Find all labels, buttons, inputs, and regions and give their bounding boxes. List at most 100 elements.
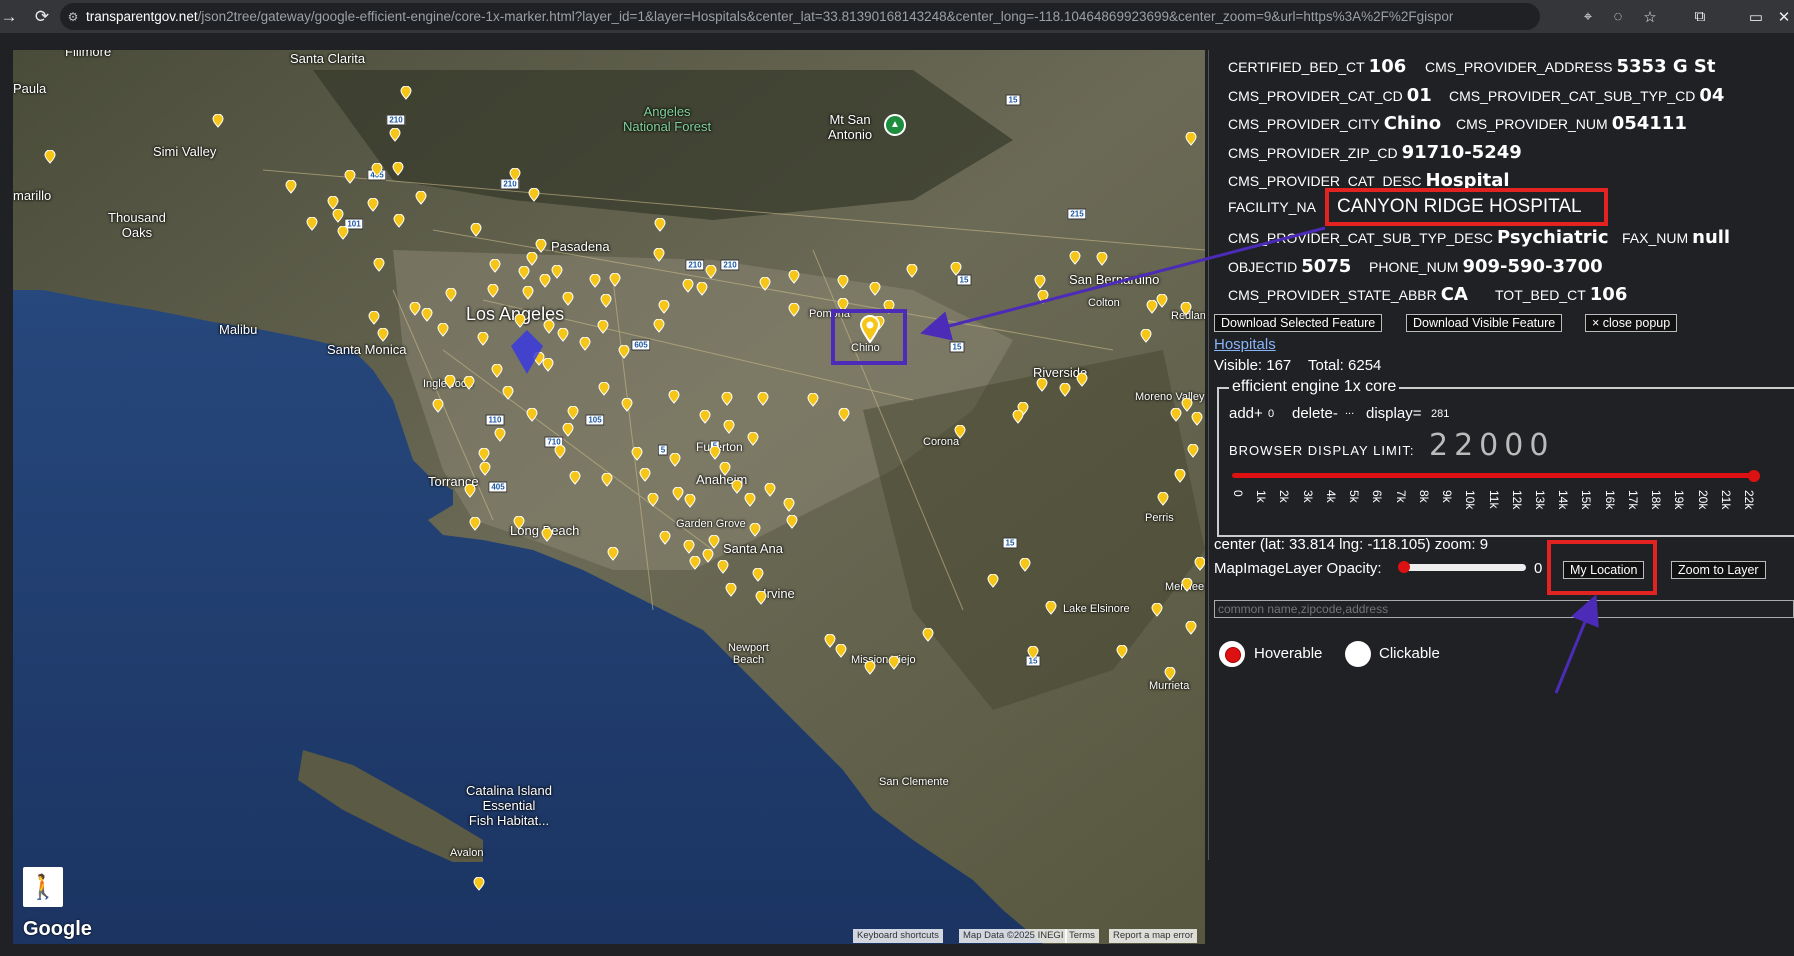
opacity-slider[interactable]: [1404, 564, 1526, 571]
eye-off-icon[interactable]: ◌: [1604, 3, 1632, 30]
hospital-pin-icon[interactable]: [372, 258, 386, 272]
selected-pin-icon[interactable]: [859, 315, 881, 343]
hospital-pin-icon[interactable]: [823, 634, 837, 648]
display-limit-slider[interactable]: [1232, 473, 1754, 478]
hospital-pin-icon[interactable]: [782, 498, 796, 512]
hospital-pin-icon[interactable]: [652, 248, 666, 262]
reload-icon[interactable]: ⟳: [28, 3, 56, 31]
cluster-marker-icon[interactable]: [507, 326, 547, 376]
close-icon[interactable]: ✕: [1770, 3, 1794, 30]
hospital-pin-icon[interactable]: [754, 591, 768, 605]
hospital-pin-icon[interactable]: [620, 398, 634, 412]
extensions-icon[interactable]: ⧉: [1686, 3, 1714, 30]
hospital-pin-icon[interactable]: [469, 223, 483, 237]
hospital-pin-icon[interactable]: [436, 323, 450, 337]
hospital-pin-icon[interactable]: [211, 114, 225, 128]
hospital-pin-icon[interactable]: [326, 196, 340, 210]
hospital-pin-icon[interactable]: [550, 265, 564, 279]
hospital-pin-icon[interactable]: [538, 274, 552, 288]
hospital-pin-icon[interactable]: [420, 308, 434, 322]
hospital-pin-icon[interactable]: [1179, 302, 1193, 316]
hospital-pin-icon[interactable]: [1026, 646, 1040, 660]
hospital-pin-icon[interactable]: [478, 462, 492, 476]
hospital-pin-icon[interactable]: [953, 425, 967, 439]
hospital-pin-icon[interactable]: [1155, 294, 1169, 308]
download-selected-button[interactable]: Download Selected Feature: [1214, 314, 1383, 332]
hospital-pin-icon[interactable]: [561, 292, 575, 306]
hospital-pin-icon[interactable]: [1163, 667, 1177, 681]
hospital-pin-icon[interactable]: [1036, 290, 1050, 304]
hospital-pin-icon[interactable]: [837, 408, 851, 422]
hospital-pin-icon[interactable]: [756, 392, 770, 406]
hospital-pin-icon[interactable]: [391, 162, 405, 176]
street-view-pegman-icon[interactable]: 🚶: [23, 867, 63, 907]
hospital-pin-icon[interactable]: [431, 399, 445, 413]
hospital-pin-icon[interactable]: [392, 214, 406, 228]
hospital-pin-icon[interactable]: [658, 531, 672, 545]
hospital-pin-icon[interactable]: [472, 877, 486, 891]
hospital-pin-icon[interactable]: [722, 420, 736, 434]
zoom-to-layer-button[interactable]: Zoom to Layer: [1671, 561, 1766, 579]
hospital-pin-icon[interactable]: [652, 319, 666, 333]
hospital-pin-icon[interactable]: [701, 549, 715, 563]
hospital-pin-icon[interactable]: [787, 303, 801, 317]
hospital-pin-icon[interactable]: [1150, 603, 1164, 617]
hospital-pin-icon[interactable]: [695, 282, 709, 296]
hospital-pin-icon[interactable]: [836, 275, 850, 289]
hospital-pin-icon[interactable]: [1184, 621, 1198, 635]
hospital-pin-icon[interactable]: [1156, 492, 1170, 506]
hospital-pin-icon[interactable]: [868, 282, 882, 296]
hospital-pin-icon[interactable]: [444, 288, 458, 302]
hospital-pin-icon[interactable]: [787, 270, 801, 284]
hospital-pin-icon[interactable]: [1115, 645, 1129, 659]
hospital-pin-icon[interactable]: [1193, 557, 1205, 571]
hospital-pin-icon[interactable]: [488, 259, 502, 273]
hospital-pin-icon[interactable]: [905, 264, 919, 278]
hospital-pin-icon[interactable]: [863, 661, 877, 675]
hospital-pin-icon[interactable]: [763, 483, 777, 497]
hospital-pin-icon[interactable]: [367, 311, 381, 325]
hospital-pin-icon[interactable]: [785, 515, 799, 529]
hospital-pin-icon[interactable]: [1018, 558, 1032, 572]
hospital-pin-icon[interactable]: [370, 163, 384, 177]
opacity-slider-thumb[interactable]: [1398, 561, 1410, 573]
hospital-pin-icon[interactable]: [561, 423, 575, 437]
hospital-pin-icon[interactable]: [490, 364, 504, 378]
hospital-pin-icon[interactable]: [525, 408, 539, 422]
hospital-pin-icon[interactable]: [743, 493, 757, 507]
terms-link[interactable]: Terms: [1065, 929, 1099, 943]
hospital-pin-icon[interactable]: [336, 226, 350, 240]
sidepanel-icon[interactable]: ▭: [1742, 3, 1770, 30]
hospital-pin-icon[interactable]: [540, 528, 554, 542]
hospital-pin-icon[interactable]: [683, 494, 697, 508]
hospital-pin-icon[interactable]: [305, 217, 319, 231]
hospital-pin-icon[interactable]: [630, 447, 644, 461]
hospital-pin-icon[interactable]: [525, 252, 539, 266]
hospital-pin-icon[interactable]: [707, 535, 721, 549]
hospital-pin-icon[interactable]: [388, 128, 402, 142]
hospital-pin-icon[interactable]: [534, 239, 548, 253]
hospital-pin-icon[interactable]: [476, 332, 490, 346]
hospital-pin-icon[interactable]: [399, 86, 413, 100]
hospital-pin-icon[interactable]: [600, 473, 614, 487]
hospital-pin-icon[interactable]: [284, 180, 298, 194]
hospital-pin-icon[interactable]: [887, 656, 901, 670]
hospital-pin-icon[interactable]: [758, 277, 772, 291]
hospital-pin-icon[interactable]: [646, 493, 660, 507]
hospital-pin-icon[interactable]: [556, 328, 570, 342]
hospital-pin-icon[interactable]: [1190, 412, 1204, 426]
hospital-pin-icon[interactable]: [1180, 578, 1194, 592]
hospital-pin-icon[interactable]: [653, 218, 667, 232]
hospital-pin-icon[interactable]: [508, 168, 522, 182]
hospital-pin-icon[interactable]: [688, 556, 702, 570]
hospital-pin-icon[interactable]: [443, 375, 457, 389]
hospital-pin-icon[interactable]: [724, 583, 738, 597]
hospital-pin-icon[interactable]: [376, 328, 390, 342]
hospital-pin-icon[interactable]: [921, 628, 935, 642]
hospital-pin-icon[interactable]: [681, 279, 695, 293]
hospital-pin-icon[interactable]: [501, 386, 515, 400]
hospital-pin-icon[interactable]: [1044, 601, 1058, 615]
address-bar[interactable]: ⚙ transparentgov.net /json2tree/gateway/…: [60, 3, 1540, 30]
hospital-pin-icon[interactable]: [1095, 252, 1109, 266]
hospital-pin-icon[interactable]: [1068, 251, 1082, 265]
